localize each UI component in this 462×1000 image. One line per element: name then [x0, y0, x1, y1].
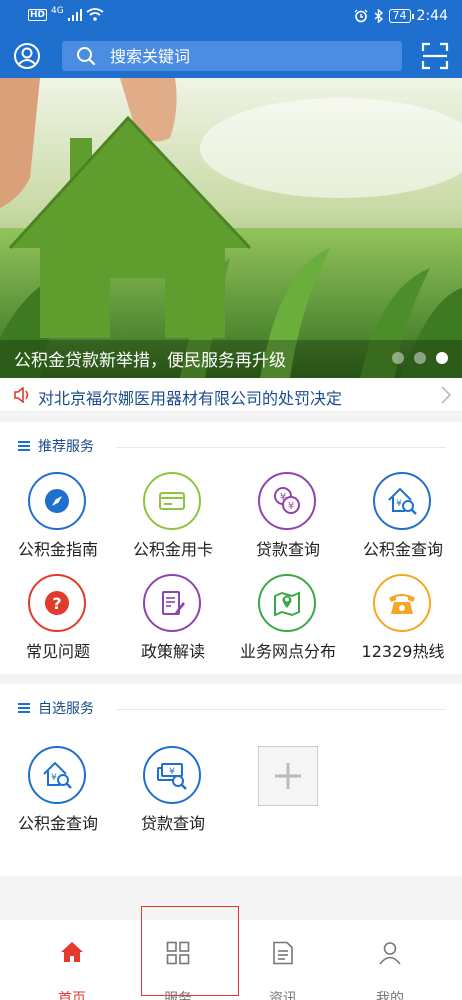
service-tile-card[interactable]: 公积金用卡 — [115, 472, 231, 564]
network-type: 4G — [51, 5, 64, 16]
banner-caption[interactable]: 公积金贷款新举措，便民服务再升级 — [14, 346, 286, 371]
scan-icon[interactable] — [420, 41, 450, 71]
service-label: 贷款查询 — [140, 814, 205, 833]
user-icon[interactable] — [12, 41, 42, 71]
home-icon — [61, 942, 83, 962]
house-search-icon: ¥ — [28, 746, 86, 804]
tab-label: 首页 — [58, 991, 86, 1000]
svg-text:¥: ¥ — [280, 492, 286, 503]
wifi-icon — [86, 8, 104, 21]
search-input[interactable] — [110, 43, 390, 69]
section-header: 自选服务 — [18, 698, 94, 718]
service-label: 常见问题 — [25, 642, 90, 661]
chevron-right-icon[interactable] — [440, 386, 452, 404]
banner-image — [0, 78, 462, 378]
money-search-icon: ¥ — [143, 746, 201, 804]
custom-tile-fund-query[interactable]: ¥ 公积金查询 — [0, 746, 116, 838]
search-icon — [77, 47, 96, 66]
custom-services-panel: 自选服务 ¥ 公积金查询 ¥ 贷款查询 — [0, 684, 462, 876]
service-label: 公积金查询 — [362, 540, 443, 559]
recommended-services-panel: 推荐服务 公积金指南 公积金用卡 ¥ ¥ 贷款查询 ¥ 公积金查询 ? 常见问题… — [0, 422, 462, 674]
svg-text:?: ? — [52, 594, 61, 613]
custom-tile-loan-query[interactable]: ¥ 贷款查询 — [115, 746, 231, 838]
house-search-icon: ¥ — [373, 472, 431, 530]
map-pin-icon — [258, 574, 316, 632]
clock: 2:44 — [416, 8, 448, 24]
tab-profile[interactable]: 我的 — [350, 936, 430, 1000]
service-tile-guide[interactable]: 公积金指南 — [0, 472, 116, 564]
service-tile-outlets[interactable]: 业务网点分布 — [230, 574, 346, 666]
tab-label: 资讯 — [269, 991, 297, 1000]
card-icon — [143, 472, 201, 530]
banner-carousel[interactable]: 公积金贷款新举措，便民服务再升级 — [0, 78, 462, 378]
service-tile-fund-query[interactable]: ¥ 公积金查询 — [345, 472, 461, 564]
status-right: 74 2:44 — [354, 8, 448, 24]
notice-text[interactable]: 对北京福尔娜医用器材有限公司的处罚决定 — [38, 385, 342, 409]
svg-text:¥: ¥ — [396, 499, 402, 509]
divider — [116, 447, 446, 448]
svg-text:¥: ¥ — [288, 501, 294, 512]
section-title: 推荐服务 — [38, 439, 94, 455]
news-icon — [273, 941, 293, 965]
tab-home[interactable]: 首页 — [32, 936, 112, 1000]
service-label: 业务网点分布 — [239, 642, 336, 661]
carousel-dot[interactable] — [392, 352, 404, 364]
service-label: 公积金用卡 — [132, 540, 213, 559]
service-tile-policy[interactable]: 政策解读 — [115, 574, 231, 666]
compass-icon — [28, 472, 86, 530]
notice-bar[interactable]: 对北京福尔娜医用器材有限公司的处罚决定 — [0, 378, 462, 412]
carousel-dot[interactable] — [414, 352, 426, 364]
status-left: HD 4G — [28, 5, 104, 21]
battery-icon: 74 — [388, 9, 414, 23]
tab-news[interactable]: 资讯 — [243, 936, 323, 1000]
search-box[interactable] — [62, 41, 402, 71]
svg-text:¥: ¥ — [51, 773, 57, 783]
telephone-icon — [373, 574, 431, 632]
tab-highlight-outline — [141, 906, 239, 996]
top-bar — [0, 34, 462, 78]
question-icon: ? — [28, 574, 86, 632]
signal-icon — [67, 8, 82, 21]
section-header: 推荐服务 — [18, 436, 94, 456]
yen-coins-icon: ¥ ¥ — [258, 472, 316, 530]
service-label: 政策解读 — [140, 642, 205, 661]
list-icon — [18, 703, 30, 713]
service-tile-hotline[interactable]: 12329热线 — [345, 574, 461, 666]
document-pen-icon — [143, 574, 201, 632]
alarm-icon — [354, 9, 368, 23]
hd-badge: HD — [28, 8, 48, 21]
service-label: 贷款查询 — [255, 540, 320, 559]
service-label: 公积金指南 — [17, 540, 98, 559]
profile-icon — [379, 942, 401, 965]
service-tile-loan[interactable]: ¥ ¥ 贷款查询 — [230, 472, 346, 564]
plus-icon — [275, 763, 301, 789]
service-label: 公积金查询 — [17, 814, 98, 833]
service-tile-faq[interactable]: ? 常见问题 — [0, 574, 116, 666]
divider — [116, 709, 446, 710]
status-bar: HD 4G 74 2:44 — [0, 0, 462, 34]
carousel-dots — [392, 352, 448, 364]
carousel-dot-active[interactable] — [436, 352, 448, 364]
list-icon — [18, 441, 30, 451]
tab-label: 我的 — [376, 991, 404, 1000]
section-title: 自选服务 — [38, 701, 94, 717]
bluetooth-icon — [374, 9, 383, 23]
add-service-button[interactable] — [258, 746, 318, 806]
svg-text:¥: ¥ — [169, 767, 175, 777]
service-label: 12329热线 — [361, 642, 445, 661]
speaker-icon — [14, 387, 29, 403]
